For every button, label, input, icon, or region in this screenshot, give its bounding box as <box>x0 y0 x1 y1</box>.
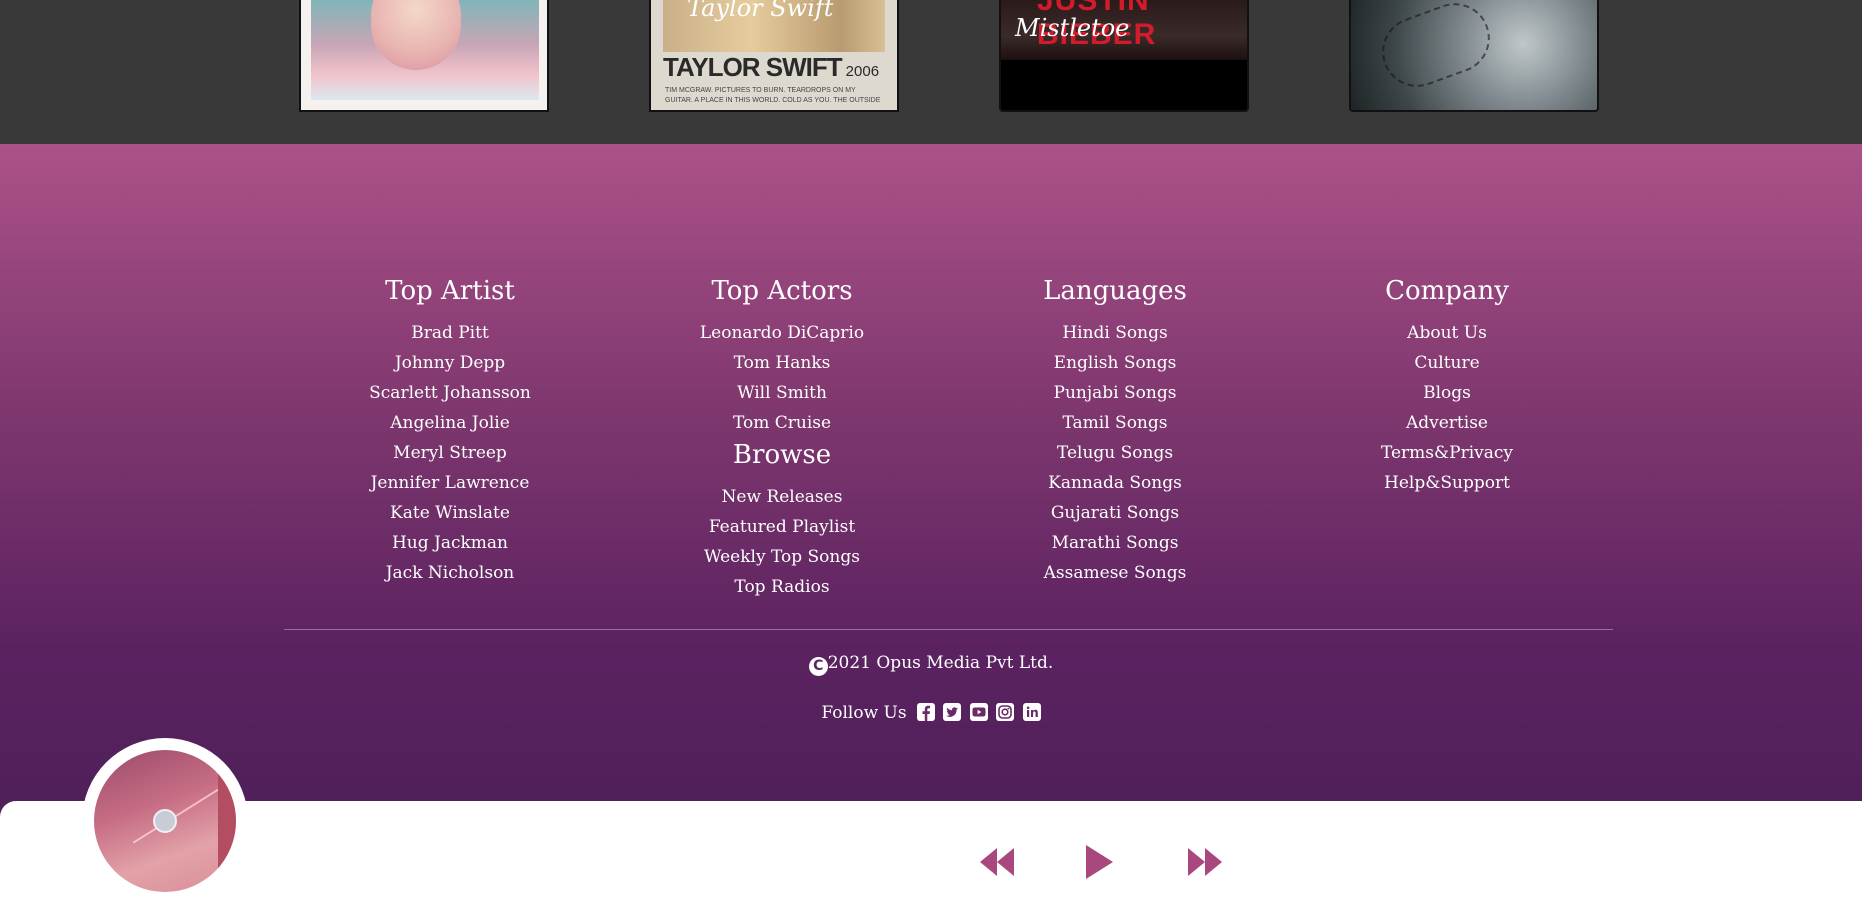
footer-link[interactable]: Help&Support <box>1297 468 1597 498</box>
follow-label: Follow Us <box>821 703 907 723</box>
youtube-icon[interactable] <box>969 703 988 721</box>
footer-link[interactable]: Hug Jackman <box>300 528 600 558</box>
footer-link[interactable]: Marathi Songs <box>965 528 1265 558</box>
footer-link[interactable]: Gujarati Songs <box>965 498 1265 528</box>
footer-link[interactable]: Culture <box>1297 348 1597 378</box>
footer-divider <box>284 629 1613 630</box>
footer-link[interactable]: Scarlett Johansson <box>300 378 600 408</box>
album-tracklist: TIM MCGRAW. PICTURES TO BURN. TEARDROPS … <box>665 87 881 104</box>
previous-track-button[interactable] <box>978 844 1016 880</box>
album-strip: Taylor Swift TAYLOR SWIFT 2006 TIM MCGRAW… <box>0 0 1862 144</box>
play-button[interactable] <box>1083 844 1115 880</box>
copyright-notice: C 2021 Opus Media Pvt Ltd. <box>0 653 1862 676</box>
footer-heading: Company <box>1385 276 1509 306</box>
play-icon <box>1086 845 1113 879</box>
footer-link[interactable]: Kannada Songs <box>965 468 1265 498</box>
footer-link[interactable]: Terms&Privacy <box>1297 438 1597 468</box>
footer-link[interactable]: Leonardo DiCaprio <box>632 318 932 348</box>
footer-column-languages: Languages Hindi Songs English Songs Punj… <box>965 276 1265 588</box>
footer-heading: Languages <box>1043 276 1187 306</box>
footer-heading-browse: Browse <box>732 440 832 470</box>
album-title: Mistletoe <box>1015 14 1130 42</box>
album-disc-art <box>94 750 236 892</box>
footer-link[interactable]: Telugu Songs <box>965 438 1265 468</box>
footer-column-top-actors: Top Actors Leonardo DiCaprio Tom Hanks W… <box>632 276 932 602</box>
facebook-icon[interactable] <box>917 703 935 721</box>
album-name: TAYLOR SWIFT <box>663 52 843 82</box>
fast-forward-icon <box>1188 848 1222 876</box>
album-card-mistletoe[interactable]: JUSTIN BIEBER Mistletoe <box>999 0 1249 112</box>
footer-link[interactable]: New Releases <box>632 482 932 512</box>
album-card-taylor-swift-2006[interactable]: Taylor Swift TAYLOR SWIFT 2006 TIM MCGRAW… <box>649 0 899 112</box>
footer-link[interactable]: Jack Nicholson <box>300 558 600 588</box>
disc-stripe <box>218 750 236 892</box>
music-player-bar <box>0 801 1862 911</box>
footer-link[interactable]: Will Smith <box>632 378 932 408</box>
album-year: 2006 <box>845 63 880 80</box>
linkedin-icon[interactable] <box>1022 703 1041 721</box>
footer-heading: Top Artist <box>385 276 515 306</box>
footer-link[interactable]: Top Radios <box>632 572 932 602</box>
footer-link[interactable]: Tamil Songs <box>965 408 1265 438</box>
album-card-tattoo-portrait[interactable] <box>1349 0 1599 112</box>
footer-link[interactable]: English Songs <box>965 348 1265 378</box>
follow-us: Follow Us <box>0 703 1862 726</box>
footer-link[interactable]: Kate Winslate <box>300 498 600 528</box>
next-track-button[interactable] <box>1186 844 1224 880</box>
footer-link[interactable]: Featured Playlist <box>632 512 932 542</box>
footer-link[interactable]: Advertise <box>1297 408 1597 438</box>
copyright-icon: C <box>808 657 828 676</box>
footer-column-company: Company About Us Culture Blogs Advertise… <box>1297 276 1597 498</box>
album-card-taylor-swift-lover[interactable] <box>299 0 549 112</box>
footer-link[interactable]: Angelina Jolie <box>300 408 600 438</box>
footer-link[interactable]: Punjabi Songs <box>965 378 1265 408</box>
social-links <box>914 703 1041 726</box>
footer-link[interactable]: Weekly Top Songs <box>632 542 932 572</box>
album-art <box>1372 0 1500 97</box>
footer-link[interactable]: Johnny Depp <box>300 348 600 378</box>
album-signature: Taylor Swift <box>687 0 834 22</box>
site-footer: Top Artist Brad Pitt Johnny Depp Scarlet… <box>0 144 1862 820</box>
footer-column-top-artist: Top Artist Brad Pitt Johnny Depp Scarlet… <box>300 276 600 588</box>
footer-link[interactable]: Jennifer Lawrence <box>300 468 600 498</box>
now-playing-disc <box>82 738 248 904</box>
footer-link[interactable]: Blogs <box>1297 378 1597 408</box>
footer-link[interactable]: Assamese Songs <box>965 558 1265 588</box>
disc-center-hole <box>153 809 177 833</box>
footer-link[interactable]: Tom Cruise <box>632 408 932 438</box>
footer-link[interactable]: Hindi Songs <box>965 318 1265 348</box>
footer-link[interactable]: Brad Pitt <box>300 318 600 348</box>
footer-heading: Top Actors <box>711 276 853 306</box>
album-title: TAYLOR SWIFT 2006 <box>663 52 879 83</box>
rewind-icon <box>980 848 1014 876</box>
instagram-icon[interactable] <box>996 703 1015 721</box>
footer-link[interactable]: Tom Hanks <box>632 348 932 378</box>
twitter-icon[interactable] <box>943 703 962 721</box>
footer-link[interactable]: Meryl Streep <box>300 438 600 468</box>
footer-link[interactable]: About Us <box>1297 318 1597 348</box>
copyright-text: 2021 Opus Media Pvt Ltd. <box>827 653 1054 673</box>
